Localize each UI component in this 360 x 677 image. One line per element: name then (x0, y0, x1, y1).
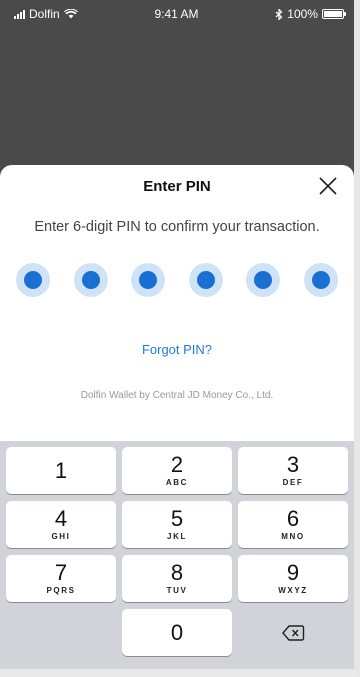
key-letters: MNO (281, 532, 305, 541)
pin-dot-filled (24, 271, 42, 289)
battery-icon (321, 9, 346, 19)
wifi-icon (63, 9, 78, 19)
forgot-pin-link[interactable]: Forgot PIN? (0, 342, 354, 357)
key-number: 6 (286, 506, 300, 531)
key-letters: ABC (165, 478, 189, 487)
key-letters: DEF (282, 478, 304, 487)
pin-dot-filled (81, 271, 100, 289)
backspace-button[interactable] (238, 609, 348, 656)
key-letters: GHI (51, 532, 71, 541)
key-0[interactable]: 0 (122, 609, 232, 656)
status-time: 9:41 AM (154, 7, 199, 21)
footer-note: Dolfin Wallet by Central JD Money Co., L… (80, 390, 274, 401)
sheet-header: Enter PIN (0, 165, 354, 207)
key-5[interactable]: 5 JKL (122, 501, 232, 548)
key-number: 7 (54, 560, 68, 585)
signal-icon (14, 9, 25, 19)
pin-dot-filled (311, 271, 330, 289)
key-7[interactable]: 7 PQRS (6, 555, 116, 602)
key-letters: TUV (166, 586, 188, 595)
bluetooth-icon (275, 8, 283, 20)
status-left: Dolfin (14, 7, 78, 21)
pin-dot (73, 263, 108, 297)
carrier-name: Dolfin (29, 7, 60, 21)
key-6[interactable]: 6 MNO (238, 501, 348, 548)
key-number: 9 (286, 560, 300, 585)
pin-dot (16, 263, 50, 297)
pin-dot (131, 263, 166, 297)
pin-dot (246, 263, 281, 297)
key-8[interactable]: 8 TUV (122, 555, 232, 602)
pin-dot (188, 263, 223, 297)
numeric-keypad: 1 2 ABC 3 DEF 4 GHI 5 JKL 6 MNO 7 PQRS 8 TUV 9 WXYZ 0 (0, 441, 354, 669)
key-4[interactable]: 4 GHI (6, 501, 116, 548)
pin-sheet: Enter PIN Enter 6-digit PIN to confirm y… (0, 165, 354, 669)
key-3[interactable]: 3 DEF (238, 447, 348, 494)
key-number: 1 (54, 457, 68, 483)
key-2[interactable]: 2 ABC (122, 447, 232, 494)
pin-dot (303, 263, 338, 297)
keypad-blank (6, 609, 116, 656)
key-number: 3 (286, 452, 300, 477)
close-icon[interactable] (316, 174, 340, 198)
key-number: 8 (170, 560, 184, 585)
phone-screen: Dolfin 9:41 AM 100% Enter PIN Enter 6-di… (0, 0, 360, 677)
status-bar: Dolfin 9:41 AM 100% (0, 0, 354, 28)
pin-instruction: Enter 6-digit PIN to confirm your transa… (34, 219, 320, 235)
pin-dot-filled (139, 271, 158, 289)
key-letters: PQRS (46, 586, 76, 595)
key-number: 2 (170, 452, 184, 477)
key-number: 0 (170, 619, 184, 645)
pin-dot-filled (196, 271, 215, 289)
battery-percent: 100% (287, 7, 318, 21)
pin-indicator (0, 263, 354, 297)
status-right: 100% (275, 7, 346, 21)
key-letters: JKL (167, 532, 187, 541)
key-9[interactable]: 9 WXYZ (238, 555, 348, 602)
key-number: 4 (54, 506, 68, 531)
backspace-icon (282, 624, 305, 641)
sheet-title: Enter PIN (143, 177, 211, 195)
key-1[interactable]: 1 (6, 447, 116, 494)
pin-dot-filled (254, 271, 273, 289)
key-letters: WXYZ (278, 586, 308, 595)
key-number: 5 (170, 506, 184, 531)
